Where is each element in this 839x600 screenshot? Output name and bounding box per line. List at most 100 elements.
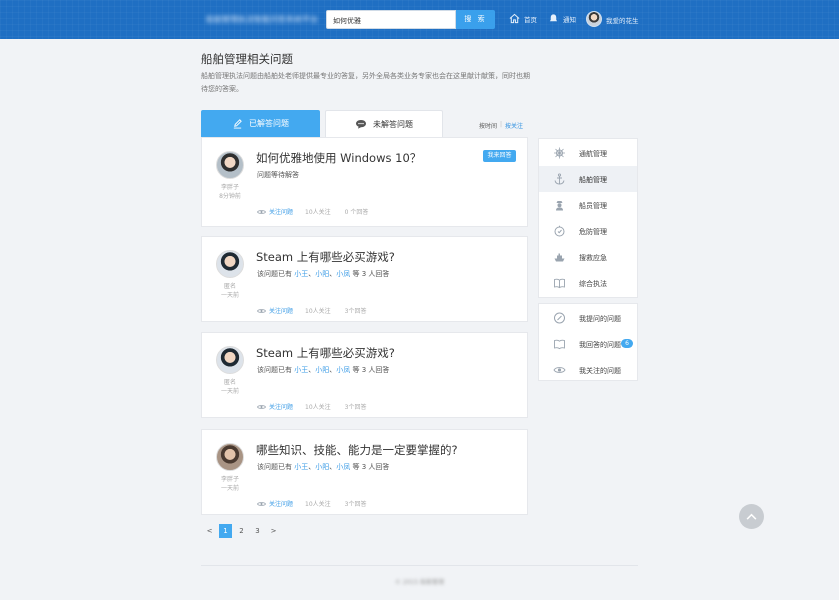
tab-unanswered[interactable]: 未解答问题 <box>325 110 443 137</box>
answerer-link[interactable]: 小凤 <box>336 366 350 374</box>
answerer-link[interactable]: 小阳 <box>315 366 329 374</box>
question-title[interactable]: Steam 上有哪些必买游戏? <box>256 345 395 361</box>
sidebar-item-label: 通航管理 <box>579 150 607 158</box>
bell-icon <box>549 14 558 23</box>
eye-icon <box>257 209 266 214</box>
answerer-link[interactable]: 小凤 <box>336 270 350 278</box>
sidebar-item-my-followed[interactable]: 我关注的问题 <box>539 357 637 383</box>
pencil-icon <box>233 119 242 129</box>
answerer-link[interactable]: 小王 <box>294 270 308 278</box>
site-logo[interactable]: 船舶管理执法智能问答系统平台 <box>202 12 318 26</box>
question-card: 李胖子 一天前 哪些知识、技能、能力是一定要掌握的? 该问题已有 小王、小阳、小… <box>201 429 528 515</box>
follow-question-label: 关注问题 <box>269 209 294 216</box>
answerer-link[interactable]: 小王 <box>294 463 308 471</box>
answer-count: 3个回答 <box>344 501 367 508</box>
sort-by-time[interactable]: 按时间 <box>479 121 497 130</box>
author-avatar[interactable] <box>216 250 244 278</box>
question-title[interactable]: 如何优雅地使用 Windows 10？ <box>256 150 421 166</box>
sidebar-item-crew[interactable]: 船员管理 <box>539 192 637 218</box>
sidebar-item-my-answered[interactable]: 我回答的问题 6 <box>539 331 637 357</box>
question-answerers: 该问题已有 小王、小阳、小凤 等 3 人回答 <box>257 270 390 278</box>
follow-question-label: 关注问题 <box>269 404 294 411</box>
user-avatar[interactable] <box>586 11 602 27</box>
chevron-up-icon <box>746 513 757 520</box>
sidebar-item-label: 我回答的问题 <box>579 341 621 349</box>
sidebar-item-hazard[interactable]: 危防管理 <box>539 218 637 244</box>
nav-notify[interactable]: 通知 <box>548 13 576 24</box>
author-avatar[interactable] <box>216 151 244 179</box>
post-time: 一天前 <box>220 388 239 395</box>
sidebar-item-rescue[interactable]: 搜救应急 <box>539 244 637 270</box>
sidebar-item-label: 搜救应急 <box>579 254 607 262</box>
sidebar-item-my-asked[interactable]: 我提问的问题 <box>539 305 637 331</box>
question-answerers: 该问题已有 小王、小阳、小凤 等 3 人回答 <box>257 463 390 471</box>
footer-divider <box>201 565 638 566</box>
question-card: 匿名 一天前 Steam 上有哪些必买游戏? 该问题已有 小王、小阳、小凤 等 … <box>201 236 528 322</box>
question-meta: 关注问题 10人关注 3个回答 <box>257 402 366 411</box>
answerers-suffix: 等 3 人回答 <box>352 270 390 278</box>
sidebar-item-ship[interactable]: 船舶管理 <box>539 166 637 192</box>
pagination-next[interactable]: > <box>267 524 280 538</box>
follow-question-link[interactable]: 关注问题 <box>257 499 293 508</box>
author-avatar[interactable] <box>216 443 244 471</box>
top-header: 船舶管理执法智能问答系统平台 如何优雅 搜 索 首页 通知 我爱的花生 <box>0 0 839 39</box>
anchor-icon <box>554 173 565 185</box>
comment-icon <box>356 120 366 129</box>
count-badge: 6 <box>621 339 633 348</box>
follow-question-label: 关注问题 <box>269 308 294 315</box>
sidebar-item-law[interactable]: 综合执法 <box>539 270 637 296</box>
post-time: 一天前 <box>220 485 239 492</box>
my-questions-menu: 我提问的问题 我回答的问题 6 我关注的问题 <box>538 303 638 381</box>
question-card: 匿名 一天前 Steam 上有哪些必买游戏? 该问题已有 小王、小阳、小凤 等 … <box>201 332 528 418</box>
eye-icon <box>553 367 566 373</box>
follow-question-link[interactable]: 关注问题 <box>257 306 293 315</box>
answer-button[interactable]: 我来回答 <box>483 150 516 162</box>
page-title: 船舶管理相关问题 <box>201 52 293 66</box>
author-name[interactable]: 匿名 <box>208 378 252 387</box>
user-name[interactable]: 我爱的花生 <box>606 15 639 25</box>
pagination-page[interactable]: 2 <box>235 524 248 538</box>
author-name[interactable]: 匿名 <box>208 282 252 291</box>
nav-home[interactable]: 首页 <box>509 13 537 24</box>
pagination-page[interactable]: 1 <box>219 524 232 538</box>
tab-answered-label: 已解答问题 <box>249 119 289 128</box>
pagination-page[interactable]: 3 <box>251 524 264 538</box>
footer-text: © 2015 船舶管理 <box>395 579 445 586</box>
sidebar-item-label: 船舶管理 <box>579 176 607 184</box>
answerers-prefix: 该问题已有 <box>257 366 292 374</box>
answerers-prefix: 该问题已有 <box>257 270 292 278</box>
nav-home-label: 首页 <box>524 15 537 24</box>
answerer-link[interactable]: 小阳 <box>315 270 329 278</box>
answerers-suffix: 等 3 人回答 <box>352 463 390 471</box>
follower-count: 10人关注 <box>305 501 331 508</box>
author-name[interactable]: 李胖子 <box>208 475 252 484</box>
back-to-top-button[interactable] <box>739 504 764 529</box>
sort-by-follow[interactable]: 按关注 <box>505 121 523 130</box>
sidebar-item-navigation[interactable]: 通航管理 <box>539 140 637 166</box>
search-button[interactable]: 搜 索 <box>456 10 495 29</box>
sort-options: 按时间 | 按关注 <box>479 121 523 130</box>
question-title[interactable]: Steam 上有哪些必买游戏? <box>256 249 395 265</box>
follower-count: 10人关注 <box>305 404 331 411</box>
answerer-link[interactable]: 小阳 <box>315 463 329 471</box>
eye-icon <box>257 501 266 506</box>
answerer-link[interactable]: 小王 <box>294 366 308 374</box>
search-input[interactable]: 如何优雅 <box>326 10 456 29</box>
sidebar-item-label: 我提问的问题 <box>579 315 621 323</box>
author-info: 匿名 一天前 <box>208 282 252 300</box>
tab-unanswered-label: 未解答问题 <box>373 119 413 129</box>
answerer-link[interactable]: 小凤 <box>336 463 350 471</box>
tab-answered[interactable]: 已解答问题 <box>201 110 320 137</box>
question-card: 李胖子 8分钟前 如何优雅地使用 Windows 10？ 我来回答 问题等待解答… <box>201 137 528 227</box>
nav-notify-label: 通知 <box>563 15 576 24</box>
answer-count: 3个回答 <box>344 308 367 315</box>
pagination-prev[interactable]: < <box>203 524 216 538</box>
logo-text: 船舶管理执法智能问答系统平台 <box>206 14 318 24</box>
follow-question-link[interactable]: 关注问题 <box>257 207 293 216</box>
author-avatar[interactable] <box>216 346 244 374</box>
follow-question-link[interactable]: 关注问题 <box>257 402 293 411</box>
author-name[interactable]: 李胖子 <box>208 183 252 192</box>
author-info: 匿名 一天前 <box>208 378 252 396</box>
question-title[interactable]: 哪些知识、技能、能力是一定要掌握的? <box>256 442 458 458</box>
post-time: 8分钟前 <box>219 193 241 200</box>
